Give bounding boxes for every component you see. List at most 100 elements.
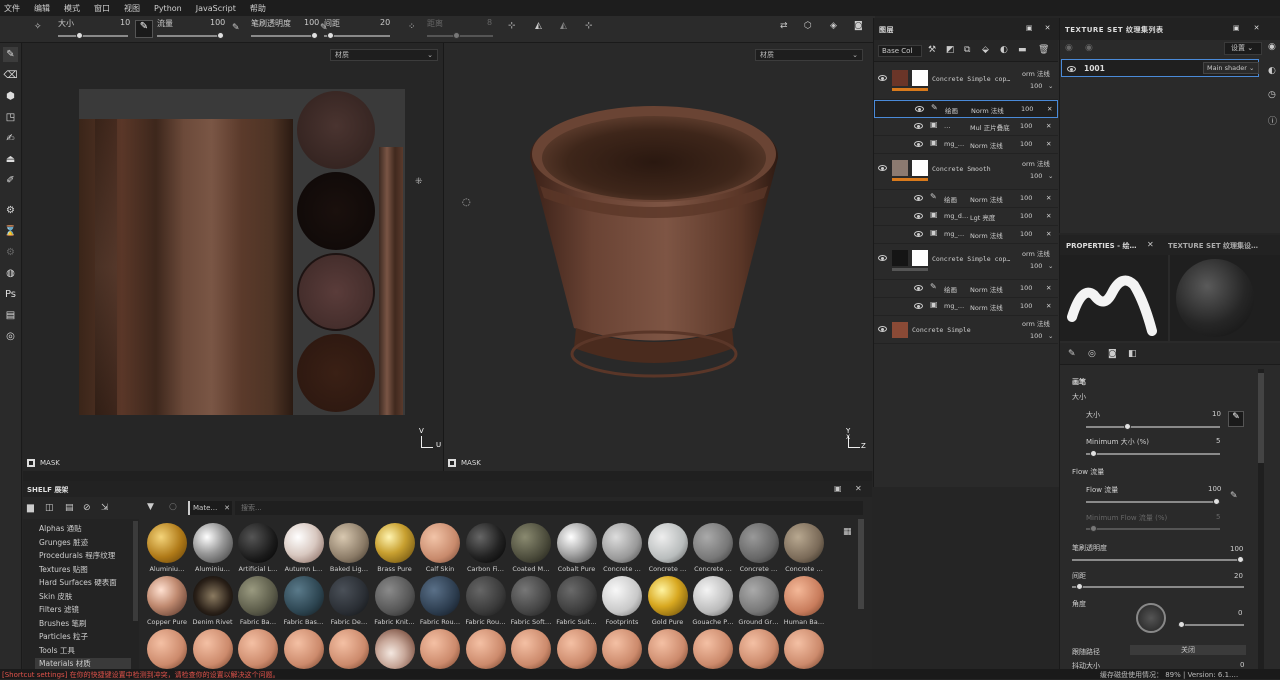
material-thumbnail[interactable] bbox=[327, 629, 371, 669]
stencil-tab-icon[interactable]: ◙ bbox=[1108, 349, 1117, 359]
layer-visibility-icon[interactable] bbox=[914, 195, 923, 201]
paint-brush-icon[interactable]: ✎ bbox=[3, 47, 18, 62]
material-thumbnail[interactable] bbox=[509, 629, 553, 669]
flow-pressure-icon[interactable]: ✎ bbox=[232, 23, 240, 33]
properties-scrollbar[interactable] bbox=[1258, 369, 1264, 669]
material-thumbnail[interactable] bbox=[145, 629, 189, 669]
material-thumbnail[interactable]: Fabric Soft… bbox=[509, 576, 553, 626]
sublayer-opacity[interactable]: 100 bbox=[1020, 284, 1032, 292]
sublayer-opacity[interactable]: 100 bbox=[1020, 212, 1032, 220]
smudge-icon[interactable]: ✍ bbox=[3, 131, 18, 146]
menu-window[interactable]: 窗口 bbox=[94, 3, 110, 14]
viewport-2d[interactable]: 材质 ⌄ ⁜ V U MASK bbox=[23, 43, 443, 471]
texture-set-item[interactable]: 1001 Main shader ⌄ bbox=[1061, 59, 1259, 77]
layer-visibility-icon[interactable] bbox=[915, 106, 924, 112]
angle-slider[interactable] bbox=[1178, 621, 1244, 628]
new-item-icon[interactable]: ◫ bbox=[45, 503, 54, 513]
symmetry-icon[interactable]: ⊹ bbox=[508, 21, 516, 31]
display-side-icon[interactable]: ◐ bbox=[1268, 66, 1276, 76]
distance-slider[interactable] bbox=[427, 32, 493, 39]
render-icon[interactable]: ◈ bbox=[830, 21, 837, 31]
delete-layer-icon[interactable]: 🗑 bbox=[1038, 45, 1049, 55]
delete-sublayer-icon[interactable]: ✕ bbox=[1046, 194, 1051, 202]
layer-name[interactable]: Concrete Simple cop… bbox=[932, 75, 1010, 83]
sublayer-row[interactable]: ✎ 绘画 Norm 法线 100 ✕ bbox=[874, 100, 1058, 118]
mirror-icon[interactable]: ◭ bbox=[535, 21, 542, 31]
layer-name[interactable]: Concrete Simple bbox=[912, 326, 971, 334]
alpha-tab-icon[interactable]: ◎ bbox=[1088, 349, 1096, 359]
panel-float-icon[interactable]: ▣ bbox=[1026, 24, 1033, 32]
material-thumbnail[interactable]: Concrete … bbox=[646, 523, 690, 573]
material-thumbnail[interactable]: Concrete … bbox=[782, 523, 826, 573]
shelf-category-item[interactable]: Alphas 通贴 bbox=[39, 523, 82, 534]
sublayer-blend-mode[interactable]: Norm 法线 bbox=[970, 140, 1003, 150]
viewport-3d[interactable]: 材质 ⌄ ◌ Y X Z MASK bbox=[444, 43, 873, 471]
layer-opacity[interactable]: 100 bbox=[1030, 172, 1042, 180]
screenshot-icon[interactable]: ◙ bbox=[854, 21, 863, 31]
material-tab-icon[interactable]: ◧ bbox=[1128, 349, 1137, 359]
shelf-category-item[interactable]: Filters 滤镜 bbox=[39, 604, 79, 615]
texture-set-side-icon[interactable]: ◉ bbox=[1268, 42, 1276, 52]
projection-icon[interactable]: ⬢ bbox=[3, 89, 18, 104]
sublayer-row[interactable]: ▣ mg_… Norm 法线 100 ✕ bbox=[874, 226, 1058, 244]
layer-opacity[interactable]: 100 bbox=[1030, 332, 1042, 340]
mask-3d-toggle[interactable]: MASK bbox=[448, 459, 481, 467]
plugin-icon[interactable]: ◎ bbox=[3, 329, 18, 344]
delete-sublayer-icon[interactable]: ✕ bbox=[1046, 122, 1051, 130]
material-thumbnail[interactable] bbox=[191, 629, 235, 669]
layer-group-row[interactable]: Concrete Simple cop… orm 法线 100 ⌄ bbox=[874, 64, 1058, 100]
shelf-category-item[interactable]: Particles 粒子 bbox=[39, 631, 88, 642]
material-thumbnail[interactable]: Fabric Rou… bbox=[418, 576, 462, 626]
mesh-icon[interactable]: ◉ bbox=[1085, 43, 1093, 53]
material-thumbnail[interactable]: Gouache P… bbox=[691, 576, 735, 626]
sublayer-blend-mode[interactable]: Norm 法线 bbox=[970, 284, 1003, 294]
material-thumbnail[interactable]: Artificial L… bbox=[236, 523, 280, 573]
material-thumbnail[interactable]: Coated M… bbox=[509, 523, 553, 573]
sublayer-row[interactable]: ▣ mg_d… Lgt 亮度 100 ✕ bbox=[874, 208, 1058, 226]
layer-visibility-icon[interactable] bbox=[914, 141, 923, 147]
shelf-category-item[interactable]: Grunges 脏迹 bbox=[39, 537, 88, 548]
layer-visibility-icon[interactable] bbox=[878, 75, 887, 81]
material-thumbnail[interactable]: Fabric Suit… bbox=[555, 576, 599, 626]
follow-path-toggle[interactable]: 关闭 bbox=[1130, 645, 1246, 655]
material-thumbnail[interactable]: Fabric De… bbox=[327, 576, 371, 626]
sublayer-row[interactable]: ✎ 绘画 Norm 法线 100 ✕ bbox=[874, 190, 1058, 208]
material-thumbnail[interactable]: Fabric Bas… bbox=[282, 576, 326, 626]
material-thumbnail[interactable] bbox=[373, 629, 417, 669]
material-thumbnail[interactable] bbox=[236, 629, 280, 669]
sublayer-row[interactable]: ▣ … Mul 正片叠底 100 ✕ bbox=[874, 118, 1058, 136]
material-thumbnail[interactable] bbox=[737, 629, 781, 669]
material-thumbnail[interactable]: Fabric Rou… bbox=[464, 576, 508, 626]
menu-help[interactable]: 帮助 bbox=[250, 3, 266, 14]
min-flow-slider[interactable] bbox=[1086, 525, 1220, 532]
layer-name[interactable]: Concrete Smooth bbox=[932, 165, 991, 173]
visibility-icon[interactable]: ◉ bbox=[1065, 43, 1073, 53]
delete-sublayer-icon[interactable]: ✕ bbox=[1047, 105, 1052, 113]
add-mask-icon[interactable]: ◩ bbox=[946, 45, 955, 55]
layer-visibility-icon[interactable] bbox=[914, 303, 923, 309]
material-thumbnail[interactable]: Fabric Ba… bbox=[236, 576, 280, 626]
shelf-close-icon[interactable]: ✕ bbox=[855, 484, 862, 493]
texture-set-eye-icon[interactable] bbox=[1067, 66, 1076, 72]
shelf-category-item[interactable]: Procedurals 程序纹理 bbox=[39, 550, 115, 561]
material-thumbnail[interactable]: Footprints bbox=[600, 576, 644, 626]
shelf-category-item[interactable]: Brushes 笔刷 bbox=[39, 618, 87, 629]
sublayer-opacity[interactable]: 100 bbox=[1020, 140, 1032, 148]
brush-tab-icon[interactable]: ✎ bbox=[1068, 349, 1076, 359]
material-thumbnail[interactable]: Cobalt Pure bbox=[555, 523, 599, 573]
prop-spacing-slider[interactable] bbox=[1072, 583, 1244, 590]
brush-opacity-slider[interactable] bbox=[251, 32, 318, 39]
shelf-category-item[interactable]: Materials 材质 bbox=[35, 658, 131, 669]
material-thumbnail[interactable]: Fabric Knit… bbox=[373, 576, 417, 626]
info-side-icon[interactable]: ⓘ bbox=[1268, 114, 1277, 127]
layer-visibility-icon[interactable] bbox=[914, 213, 923, 219]
chevron-down-icon[interactable]: ⌄ bbox=[1048, 82, 1053, 90]
prop-size-slider[interactable] bbox=[1086, 423, 1220, 430]
material-thumbnail[interactable]: Concrete … bbox=[600, 523, 644, 573]
filter-icon[interactable]: ▼ bbox=[147, 502, 154, 512]
material-thumbnail[interactable]: Denim Rivet bbox=[191, 576, 235, 626]
layer-visibility-icon[interactable] bbox=[878, 326, 887, 332]
grid-scrollbar[interactable] bbox=[858, 519, 864, 609]
material-thumbnail[interactable] bbox=[555, 629, 599, 669]
polygon-fill-icon[interactable]: ◳ bbox=[3, 110, 18, 125]
